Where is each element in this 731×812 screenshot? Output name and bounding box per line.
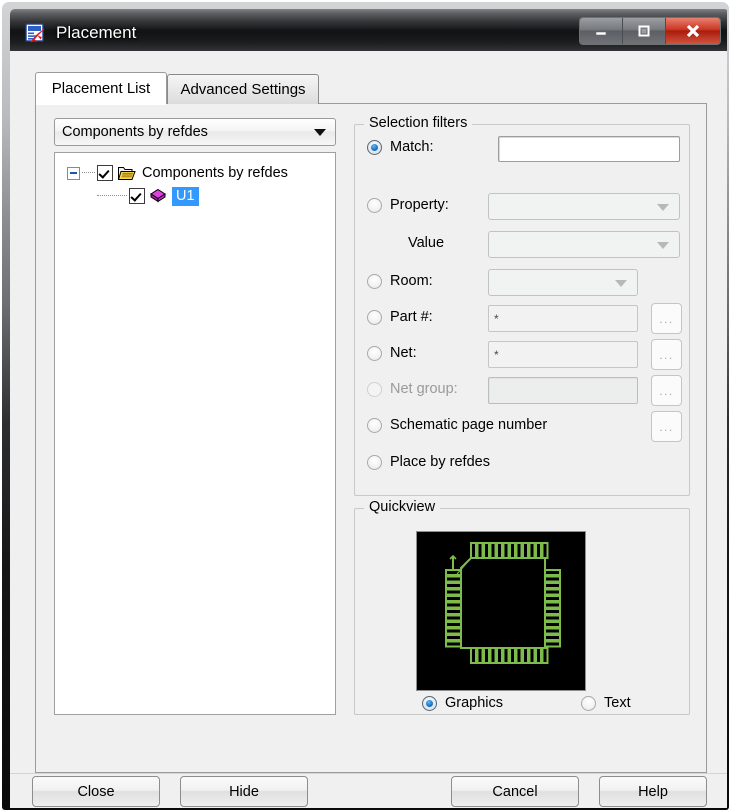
title-bar[interactable]: Placement [10, 9, 727, 51]
placement-tree[interactable]: Components by refdes U1 [54, 152, 336, 715]
help-button[interactable]: Help [599, 776, 707, 807]
component-diamond-icon [150, 188, 166, 203]
label-property: Property: [390, 197, 449, 213]
property-dropdown[interactable] [488, 193, 680, 220]
tree-connector [82, 172, 95, 174]
selection-filters-group: Selection filters Match: Property: Value… [354, 115, 690, 496]
net-input[interactable]: * [488, 341, 638, 368]
close-icon [686, 24, 700, 38]
radio-property[interactable] [367, 198, 382, 213]
net-group-browse-label: ... [659, 383, 674, 398]
chevron-down-icon [657, 203, 669, 211]
chevron-down-icon [314, 129, 326, 136]
label-match: Match: [390, 139, 434, 155]
label-text: Text [604, 695, 631, 711]
radio-net-group [367, 382, 382, 397]
radio-place-by-refdes[interactable] [367, 455, 382, 470]
label-part: Part #: [390, 309, 433, 325]
tree-root-label: Components by refdes [142, 165, 288, 181]
net-input-value: * [494, 347, 499, 362]
chevron-down-icon [615, 279, 627, 287]
net-group-input [488, 377, 638, 404]
help-button-label: Help [638, 783, 668, 800]
label-place-by-refdes: Place by refdes [390, 454, 490, 470]
tab-advanced-settings[interactable]: Advanced Settings [167, 74, 319, 104]
radio-part[interactable] [367, 310, 382, 325]
tab-strip: Placement List Advanced Settings [35, 72, 707, 104]
hide-button[interactable]: Hide [180, 776, 308, 807]
tree-node-u1[interactable]: U1 [97, 186, 199, 206]
label-value: Value [408, 235, 445, 251]
value-dropdown[interactable] [488, 231, 680, 258]
tree-connector [97, 195, 127, 197]
part-browse-button[interactable]: ... [651, 303, 682, 334]
dialog-client-area: Placement List Advanced Settings Compone… [10, 51, 727, 808]
open-folder-icon [118, 167, 136, 180]
grouping-combobox-value: Components by refdes [62, 124, 208, 140]
active-tab-seam [36, 102, 166, 105]
tab-page-placement-list: Components by refdes Components by refde… [35, 103, 707, 773]
tab-placement-list-label: Placement List [51, 80, 151, 97]
net-group-browse-button[interactable]: ... [651, 375, 682, 406]
net-browse-label: ... [659, 347, 674, 362]
minimize-icon [595, 31, 607, 36]
window-controls [579, 17, 721, 45]
selection-filters-legend: Selection filters [364, 115, 473, 131]
dialog-button-bar: Close Hide Cancel Help [10, 776, 727, 808]
radio-room[interactable] [367, 274, 382, 289]
close-button[interactable] [666, 18, 720, 44]
maximize-button[interactable] [623, 18, 666, 44]
tree-node-root[interactable]: Components by refdes [67, 163, 288, 183]
label-net: Net: [390, 345, 417, 361]
minus-box-icon[interactable] [67, 166, 80, 180]
cancel-button-label: Cancel [492, 783, 538, 800]
minimize-button[interactable] [580, 18, 623, 44]
chevron-down-icon [657, 241, 669, 249]
radio-text[interactable] [581, 696, 596, 711]
room-dropdown[interactable] [488, 269, 638, 296]
schematic-page-browse-label: ... [659, 419, 674, 434]
part-browse-label: ... [659, 311, 674, 326]
close-button-footer[interactable]: Close [32, 776, 160, 807]
radio-schematic-page-number[interactable] [367, 418, 382, 433]
tree-root-checkbox[interactable] [97, 165, 113, 181]
radio-match[interactable] [367, 140, 382, 155]
placement-dialog-window: Placement Placement List Advanced Settin… [0, 0, 731, 812]
quickview-mode-radios: Graphics Text [355, 695, 689, 716]
part-input-value: * [494, 311, 499, 326]
quickview-legend: Quickview [364, 499, 441, 515]
label-net-group: Net group: [390, 381, 458, 397]
label-room: Room: [390, 273, 433, 289]
tab-advanced-settings-label: Advanced Settings [180, 81, 306, 98]
label-graphics: Graphics [445, 695, 504, 711]
tree-item-label-u1: U1 [172, 186, 199, 206]
qfp-footprint-preview [416, 531, 586, 691]
cancel-button[interactable]: Cancel [451, 776, 579, 807]
window-title: Placement [56, 23, 137, 42]
part-input[interactable]: * [488, 305, 638, 332]
match-input[interactable] [498, 136, 680, 162]
placement-rocket-icon [25, 23, 47, 45]
tab-placement-list[interactable]: Placement List [35, 72, 167, 104]
tree-item-checkbox-u1[interactable] [129, 188, 145, 204]
schematic-page-browse-button[interactable]: ... [651, 411, 682, 442]
hide-button-label: Hide [229, 783, 259, 800]
label-schematic-page-number: Schematic page number [390, 417, 548, 433]
window-glass: Placement Placement List Advanced Settin… [4, 4, 727, 810]
net-browse-button[interactable]: ... [651, 339, 682, 370]
radio-graphics[interactable] [422, 696, 437, 711]
button-bar-divider [10, 773, 727, 774]
radio-net[interactable] [367, 346, 382, 361]
maximize-icon [638, 25, 650, 37]
close-button-label: Close [77, 783, 115, 800]
grouping-combobox[interactable]: Components by refdes [54, 118, 336, 146]
quickview-group: Quickview Graphics Text [354, 499, 690, 716]
